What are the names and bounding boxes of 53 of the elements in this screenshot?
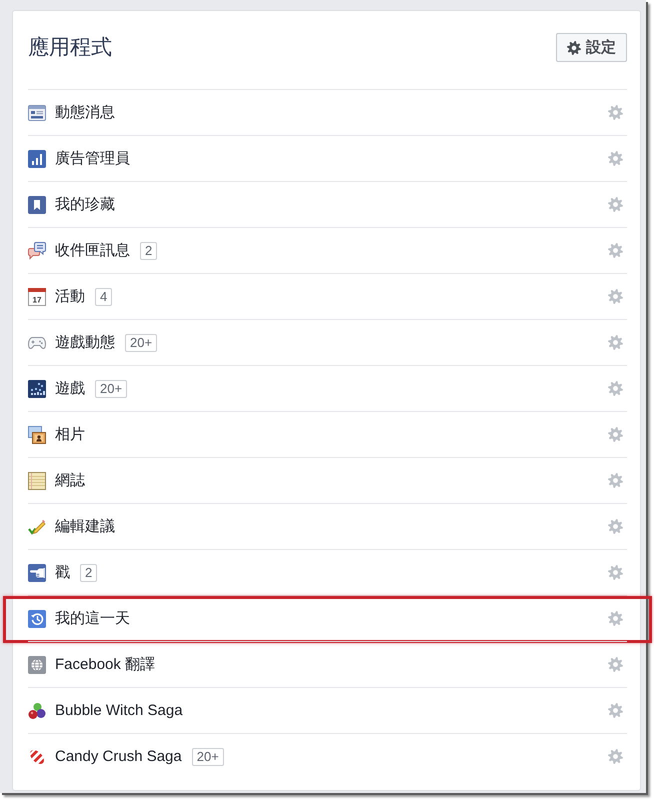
gear-icon[interactable] (608, 519, 623, 534)
gear-icon[interactable] (608, 611, 623, 626)
chat-bubbles-icon (28, 242, 46, 260)
pointing-hand-icon (28, 564, 46, 582)
panel-title: 應用程式 (28, 35, 112, 61)
gear-icon[interactable] (608, 243, 623, 258)
app-link[interactable]: Facebook 翻譯 (55, 655, 156, 674)
app-link[interactable]: 廣告管理員 (55, 149, 130, 168)
gear-icon[interactable] (608, 565, 623, 580)
gear-icon[interactable] (608, 335, 623, 350)
gear-icon[interactable] (608, 381, 623, 396)
gear-icon[interactable] (608, 703, 623, 718)
gear-icon (567, 40, 581, 54)
candy-icon (28, 748, 46, 766)
settings-button[interactable]: 設定 (556, 33, 627, 62)
newspaper-icon (28, 104, 46, 122)
notepad-icon (28, 472, 46, 490)
clock-icon (28, 610, 46, 628)
count-badge: 4 (95, 288, 112, 306)
gear-icon[interactable] (608, 151, 623, 166)
count-badge: 20+ (192, 748, 224, 766)
photo-icon (28, 426, 46, 444)
calendar-icon: 17 (28, 288, 46, 306)
app-link[interactable]: 我的這一天 (55, 609, 130, 628)
pixel-grid-icon (28, 380, 46, 398)
pencil-check-icon (28, 518, 46, 536)
app-link[interactable]: 編輯建議 (55, 517, 115, 536)
gear-icon[interactable] (608, 749, 623, 764)
gear-icon[interactable] (608, 657, 623, 672)
gear-icon[interactable] (608, 289, 623, 304)
app-link[interactable]: 我的珍藏 (55, 195, 115, 214)
count-badge: 20+ (125, 334, 158, 352)
count-badge: 2 (80, 564, 98, 582)
app-link[interactable]: 網誌 (55, 471, 85, 490)
app-link[interactable]: 相片 (55, 425, 85, 444)
app-link[interactable]: 戳 (55, 563, 70, 582)
globe-icon (28, 656, 46, 674)
app-link[interactable]: 遊戲動態 (55, 333, 115, 352)
gear-icon[interactable] (608, 473, 623, 488)
count-badge: 20+ (95, 380, 128, 398)
gear-icon[interactable] (608, 105, 623, 120)
gear-icon[interactable] (608, 427, 623, 442)
bar-chart-icon (28, 150, 46, 168)
bookmark-icon (28, 196, 46, 214)
app-link[interactable]: 收件匣訊息 (55, 241, 130, 260)
app-link[interactable]: 活動 (55, 287, 85, 306)
app-link[interactable]: 動態消息 (55, 103, 115, 122)
app-link[interactable]: Candy Crush Saga (55, 748, 182, 765)
app-link[interactable]: 遊戲 (55, 379, 85, 398)
count-badge: 2 (140, 242, 158, 260)
app-link[interactable]: Bubble Witch Saga (55, 702, 183, 719)
gear-icon[interactable] (608, 197, 623, 212)
bubbles-icon (28, 702, 46, 720)
